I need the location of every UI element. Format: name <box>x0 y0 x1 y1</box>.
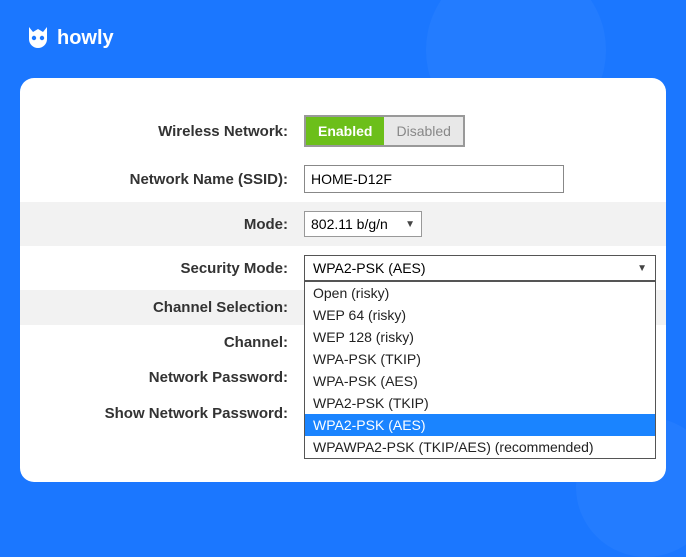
security-mode-select[interactable]: WPA2-PSK (AES) ▼ <box>304 255 656 281</box>
security-mode-dropdown: Open (risky)WEP 64 (risky)WEP 128 (risky… <box>304 281 656 459</box>
wireless-enabled-button[interactable]: Enabled <box>306 117 384 145</box>
security-option[interactable]: WPA2-PSK (TKIP) <box>305 392 655 414</box>
channel-selection-label: Channel Selection: <box>20 299 298 316</box>
security-option[interactable]: WPA2-PSK (AES) <box>305 414 655 436</box>
wireless-disabled-button[interactable]: Disabled <box>384 117 462 145</box>
ssid-input[interactable] <box>304 165 564 193</box>
owl-icon <box>25 25 51 51</box>
ssid-label: Network Name (SSID): <box>20 171 298 188</box>
security-option[interactable]: WPAWPA2-PSK (TKIP/AES) (recommended) <box>305 436 655 458</box>
chevron-down-icon: ▼ <box>637 263 647 274</box>
mode-value: 802.11 b/g/n <box>311 216 388 232</box>
row-security-mode: Security Mode: WPA2-PSK (AES) ▼ Open (ri… <box>20 246 666 290</box>
brand-text: howly <box>57 27 114 50</box>
network-password-label: Network Password: <box>20 369 298 386</box>
wireless-network-label: Wireless Network: <box>20 123 298 140</box>
channel-label: Channel: <box>20 334 298 351</box>
security-option[interactable]: WPA-PSK (AES) <box>305 370 655 392</box>
show-password-label: Show Network Password: <box>20 405 298 422</box>
row-ssid: Network Name (SSID): <box>20 156 666 202</box>
chevron-down-icon: ▼ <box>405 219 415 230</box>
security-mode-value: WPA2-PSK (AES) <box>313 260 426 276</box>
mode-label: Mode: <box>20 216 298 233</box>
settings-panel: Wireless Network: Enabled Disabled Netwo… <box>20 78 666 482</box>
security-option[interactable]: Open (risky) <box>305 282 655 304</box>
security-option[interactable]: WPA-PSK (TKIP) <box>305 348 655 370</box>
brand-logo: howly <box>25 25 114 51</box>
security-option[interactable]: WEP 64 (risky) <box>305 304 655 326</box>
wireless-toggle: Enabled Disabled <box>304 115 465 147</box>
security-option[interactable]: WEP 128 (risky) <box>305 326 655 348</box>
row-wireless-network: Wireless Network: Enabled Disabled <box>20 106 666 156</box>
security-mode-label: Security Mode: <box>20 260 298 277</box>
row-mode: Mode: 802.11 b/g/n ▼ <box>20 202 666 246</box>
mode-select[interactable]: 802.11 b/g/n ▼ <box>304 211 422 237</box>
